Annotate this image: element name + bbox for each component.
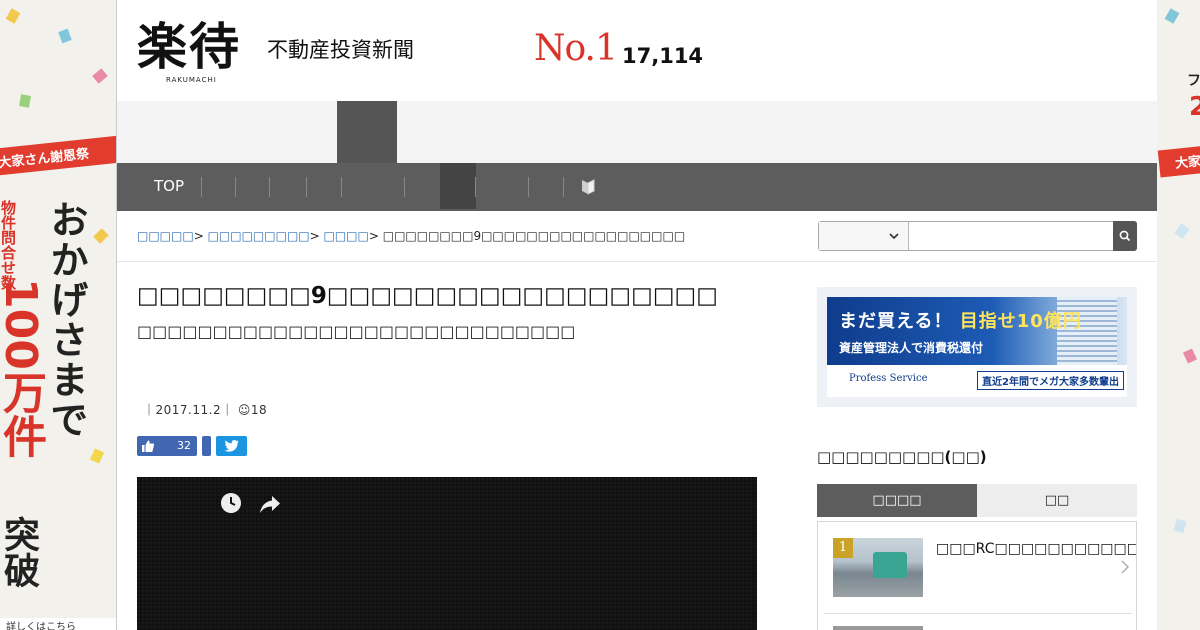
header-band bbox=[117, 101, 1157, 163]
confetti-decoration bbox=[89, 448, 105, 464]
ranking-item-title[interactable]: □□□RC□□□□□□□□□□□□□□□□□ bbox=[936, 540, 1136, 559]
left-side-banner[interactable]: 大家さん謝恩祭 物件問合せ数 おかげさまで 100万件 突破 詳しくはこちら bbox=[0, 0, 117, 630]
breadcrumb-link[interactable]: □□□□□ bbox=[137, 229, 194, 243]
ad-banner: まだ買える！ 目指せ10億円 資産管理法人で消費税還付 Profess Serv… bbox=[827, 297, 1127, 397]
nav-separator bbox=[201, 177, 202, 197]
ad-headline-2: 目指せ10億円 bbox=[959, 311, 1082, 332]
nav-item-active[interactable] bbox=[440, 163, 476, 209]
nav-separator bbox=[235, 177, 236, 197]
member-count: 17,114 bbox=[622, 44, 704, 68]
banner-ribbon: 大家 bbox=[1157, 145, 1200, 178]
article-subtitle: □□□□□□□□□□□□□□□□□□□□□□□□□□□□□ bbox=[137, 322, 576, 341]
banner-red-text: 物件問合せ数 bbox=[0, 200, 17, 290]
nav-separator bbox=[341, 177, 342, 197]
confetti-decoration bbox=[1174, 223, 1190, 239]
banner-number: 100万件 bbox=[0, 278, 46, 458]
nav-separator bbox=[475, 177, 476, 197]
ad-tag: 直近2年間でメガ大家多数輩出 bbox=[977, 371, 1124, 390]
list-divider bbox=[824, 613, 1132, 614]
nav-separator bbox=[269, 177, 270, 197]
twitter-share-button[interactable] bbox=[216, 436, 247, 456]
breadcrumb-link[interactable]: □□□□□□□□□ bbox=[208, 229, 310, 243]
page: 大家さん謝恩祭 物件問合せ数 おかげさまで 100万件 突破 詳しくはこちら フ… bbox=[0, 0, 1200, 630]
breadcrumb: □□□□□> □□□□□□□□□> □□□□> □□□□□□□□9□□□□□□□… bbox=[137, 229, 685, 243]
breadcrumb-current: □□□□□□□□9□□□□□□□□□□□□□□□□□□ bbox=[382, 229, 686, 243]
ad-headline: まだ買える！ 目指せ10億円 bbox=[839, 307, 1082, 333]
banner-ribbon: 大家さん謝恩祭 bbox=[0, 135, 116, 176]
site-logo-sub: RAKUMACHI bbox=[166, 76, 217, 84]
divider bbox=[117, 261, 1157, 262]
nav-separator bbox=[528, 177, 529, 197]
facebook-share-button[interactable] bbox=[202, 436, 211, 456]
confetti-decoration bbox=[1173, 518, 1187, 534]
article-meta: ｜2017.11.2｜ ☺18 bbox=[143, 401, 267, 418]
confetti-decoration bbox=[92, 68, 108, 84]
banner-text: フ bbox=[1187, 73, 1200, 89]
nav-separator bbox=[404, 177, 405, 197]
beginner-mark-icon[interactable] bbox=[581, 178, 595, 195]
confetti-decoration bbox=[5, 8, 21, 24]
article-date: ｜2017.11.2｜ bbox=[143, 403, 234, 417]
no1-badge: No.1 bbox=[534, 28, 618, 69]
band-block bbox=[337, 101, 397, 163]
right-side-banner[interactable]: フ 2 大家 bbox=[1157, 0, 1200, 630]
nav-separator bbox=[306, 177, 307, 197]
tab-ranking-inactive[interactable]: □□ bbox=[977, 484, 1137, 517]
breadcrumb-separator: > bbox=[309, 229, 324, 243]
site-header: 楽待 RAKUMACHI 不動産投資新聞 No.1 17,114 bbox=[117, 0, 1157, 101]
search-category-select[interactable] bbox=[819, 222, 909, 250]
search-input[interactable] bbox=[910, 222, 1113, 250]
breadcrumb-separator: > bbox=[193, 229, 208, 243]
ad-headline-1: まだ買える！ bbox=[839, 311, 953, 332]
thumbs-up-icon bbox=[142, 440, 155, 452]
ad-subline: 資産管理法人で消費税還付 bbox=[839, 341, 984, 355]
search-bar bbox=[818, 221, 1137, 251]
watch-later-icon[interactable] bbox=[219, 491, 243, 515]
nav-item-top[interactable]: TOP bbox=[154, 177, 184, 195]
thumbnail-excavator bbox=[873, 552, 907, 578]
ad-footer: Profess Service 直近2年間でメガ大家多数輩出 bbox=[827, 365, 1127, 397]
ranking-thumbnail[interactable] bbox=[833, 626, 923, 630]
chevron-right-icon bbox=[1121, 560, 1129, 574]
confetti-decoration bbox=[58, 28, 72, 44]
sidebar-ad[interactable]: まだ買える！ 目指せ10億円 資産管理法人で消費税還付 Profess Serv… bbox=[817, 287, 1137, 407]
share-icon[interactable] bbox=[258, 493, 282, 515]
facebook-like-button[interactable]: 32 bbox=[137, 436, 197, 456]
breadcrumb-link[interactable]: □□□□ bbox=[324, 229, 369, 243]
site-logo[interactable]: 楽待 bbox=[137, 18, 241, 76]
article-title: □□□□□□□□9□□□□□□□□□□□□□□□□□□ bbox=[137, 283, 719, 309]
article-views: ☺18 bbox=[237, 403, 268, 417]
confetti-decoration bbox=[1182, 348, 1198, 364]
banner-number: 2 bbox=[1189, 92, 1200, 122]
banner-main-text: おかげさまで bbox=[44, 200, 88, 440]
chevron-down-icon bbox=[889, 233, 899, 240]
ranking-number: 1 bbox=[833, 538, 853, 558]
ad-brand: Profess Service bbox=[849, 373, 928, 384]
banner-more-link[interactable]: 詳しくはこちら bbox=[0, 618, 116, 630]
ranking-title: □□□□□□□□□(□□) bbox=[817, 448, 987, 466]
banner-bottom-text: 突破 bbox=[0, 516, 39, 588]
twitter-icon bbox=[224, 440, 239, 452]
nav-separator bbox=[563, 177, 564, 197]
facebook-like-count: 32 bbox=[177, 439, 191, 452]
confetti-decoration bbox=[93, 228, 109, 244]
video-player[interactable] bbox=[137, 477, 757, 630]
tab-ranking-active[interactable]: □□□□ bbox=[817, 484, 977, 517]
search-icon bbox=[1119, 230, 1131, 242]
search-button[interactable] bbox=[1113, 221, 1137, 251]
site-tagline: 不動産投資新聞 bbox=[267, 38, 414, 62]
confetti-decoration bbox=[19, 94, 31, 108]
main-nav: TOP bbox=[117, 163, 1157, 211]
ranking-list: 1 □□□RC□□□□□□□□□□□□□□□□□ bbox=[817, 521, 1137, 630]
breadcrumb-separator: > bbox=[368, 229, 383, 243]
confetti-decoration bbox=[1164, 8, 1180, 24]
